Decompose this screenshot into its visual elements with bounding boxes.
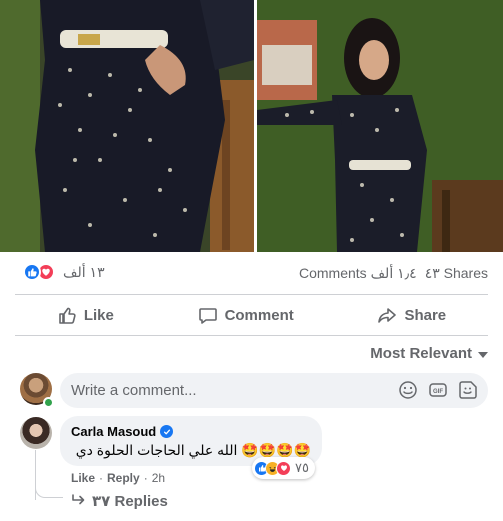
post-stats: ١٣ ألف Comments ١٫٤ ألف ٤٣ Shares (0, 258, 503, 288)
reaction-count: ١٣ ألف (63, 263, 105, 280)
online-status-icon (43, 397, 54, 408)
post-photos (0, 0, 503, 252)
share-button-label: Share (404, 306, 447, 324)
svg-text:GIF: GIF (433, 389, 443, 395)
comment-author[interactable]: Carla Masoud (71, 424, 174, 439)
comment-meta: Like · Reply · 2h (71, 471, 165, 485)
meta-separator: · (143, 471, 148, 485)
thumbs-up-icon (57, 305, 77, 325)
comment-reply-link[interactable]: Reply (107, 471, 140, 485)
love-icon (276, 460, 291, 476)
commenter-avatar[interactable] (20, 417, 52, 449)
actions-divider (15, 335, 488, 336)
post-photo-right[interactable] (257, 0, 503, 252)
reply-arrow-icon (72, 493, 86, 510)
reaction-summary[interactable]: ١٣ ألف (23, 263, 105, 281)
comment-timestamp[interactable]: 2h (152, 471, 165, 485)
comment-input[interactable]: Write a comment... GIF (60, 373, 488, 408)
comment-button-label: Comment (224, 306, 294, 324)
comment-author-name: Carla Masoud (71, 424, 157, 439)
verified-badge-icon (160, 425, 174, 438)
emoji-icon[interactable] (398, 380, 418, 400)
comments-count[interactable]: Comments ١٫٤ ألف (299, 265, 417, 282)
post-action-bar: Like Comment Share (15, 298, 488, 332)
photo-right-illustration (257, 0, 503, 252)
photo-left-illustration (0, 0, 254, 252)
sort-label: Most Relevant (370, 345, 472, 362)
reply-thread-connector (35, 470, 63, 498)
replies-count-label: ٣٧ Replies (92, 493, 168, 510)
sticker-icon[interactable] (458, 380, 478, 400)
engagement-counts: Comments ١٫٤ ألف ٤٣ Shares (299, 265, 488, 282)
comment-button[interactable]: Comment (186, 300, 306, 330)
composer-tools: GIF (398, 380, 478, 400)
comment-reactions[interactable]: ٧٥ (252, 457, 315, 479)
comment-icon (198, 305, 218, 325)
share-button[interactable]: Share (365, 300, 458, 330)
like-icon (23, 263, 41, 281)
gif-icon[interactable]: GIF (428, 380, 448, 400)
caret-down-icon (478, 345, 488, 362)
comment-input-placeholder: Write a comment... (71, 382, 197, 399)
comment-like-link[interactable]: Like (71, 471, 95, 485)
like-button[interactable]: Like (45, 300, 126, 330)
stats-divider (15, 294, 488, 295)
post-photo-left[interactable] (0, 0, 254, 252)
share-icon (377, 305, 397, 325)
view-replies-button[interactable]: ٣٧ Replies (72, 492, 168, 510)
like-button-label: Like (83, 306, 114, 324)
meta-separator: · (99, 471, 104, 485)
comment-reaction-count: ٧٥ (295, 460, 309, 475)
comment-sort-dropdown[interactable]: Most Relevant (370, 345, 488, 362)
shares-count[interactable]: ٤٣ Shares (425, 265, 488, 282)
